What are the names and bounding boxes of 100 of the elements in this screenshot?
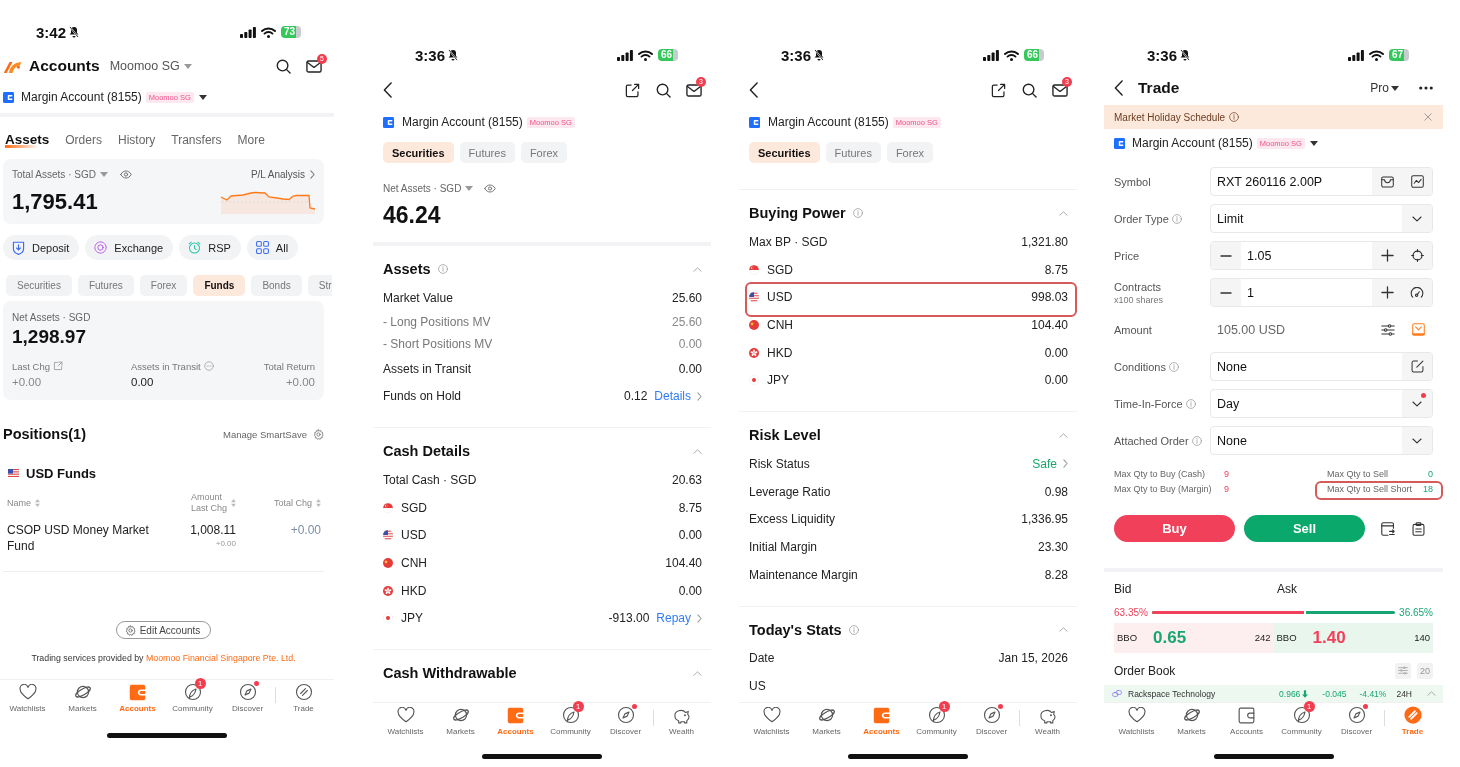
- stepper-input[interactable]: 1: [1210, 278, 1433, 307]
- plus-button[interactable]: [1372, 242, 1402, 269]
- nav-tab[interactable]: Wealth: [654, 703, 709, 736]
- sg-flag-icon: [383, 502, 393, 513]
- share-icon[interactable]: [625, 82, 640, 98]
- dropdown-select[interactable]: Day: [1210, 389, 1433, 418]
- mail-icon[interactable]: [686, 83, 702, 97]
- mail-icon[interactable]: [1052, 83, 1068, 97]
- column-header[interactable]: Amount: [190, 492, 222, 503]
- wallet-icon: [1238, 706, 1255, 724]
- caret-icon[interactable]: [198, 94, 207, 100]
- nav-tab[interactable]: Markets: [1164, 703, 1219, 736]
- eye-icon[interactable]: [484, 183, 497, 193]
- column-header[interactable]: Last Chg: [190, 503, 227, 514]
- action-button[interactable]: RSP: [179, 235, 241, 260]
- dropdown-button[interactable]: [1402, 390, 1432, 417]
- tab[interactable]: History: [117, 132, 156, 148]
- row-value: 0.00: [678, 336, 702, 351]
- segment-tab[interactable]: Futures: [825, 142, 881, 163]
- symbol-input[interactable]: RXT 260116 2.00P: [1210, 167, 1433, 196]
- nav-tab[interactable]: Markets: [433, 703, 488, 736]
- search-icon[interactable]: [1022, 82, 1037, 98]
- text-field[interactable]: None: [1210, 352, 1433, 381]
- search-icon[interactable]: [276, 58, 291, 74]
- section-title: Order Book: [1114, 663, 1176, 678]
- nav-tab[interactable]: Discover: [598, 703, 653, 736]
- share-icon[interactable]: [991, 82, 1006, 98]
- more-icon[interactable]: [1419, 86, 1433, 90]
- nav-tab[interactable]: Wealth: [1020, 703, 1075, 736]
- action-button[interactable]: Exchange: [85, 235, 174, 260]
- segment-tab[interactable]: Futures: [77, 275, 134, 296]
- ticker-bar[interactable]: Rackspace Technology 0.966 -0.045 -4.41% 24H: [1104, 684, 1443, 702]
- row-link[interactable]: Details: [654, 389, 702, 404]
- nav-tab[interactable]: Accounts: [1219, 703, 1274, 736]
- limit-value: 0: [1428, 469, 1433, 479]
- row-link[interactable]: Repay: [656, 611, 702, 626]
- search-icon[interactable]: [656, 82, 671, 98]
- plus-button[interactable]: [1372, 279, 1402, 306]
- nav-tab[interactable]: Trade: [276, 680, 331, 713]
- disclaimer-text: Trading services provided by Moomoo Financial Singapore Pte. Ltd.: [31, 652, 296, 664]
- segment-tab[interactable]: Funds: [193, 275, 246, 296]
- mail-icon[interactable]: [306, 59, 322, 73]
- minus-button[interactable]: [1211, 279, 1241, 306]
- banner-link[interactable]: Market Holiday Schedule: [1114, 111, 1226, 123]
- dropdown-select[interactable]: None: [1210, 426, 1433, 455]
- analysis-link[interactable]: P/L Analysis: [250, 168, 315, 180]
- mode-dropdown[interactable]: Pro: [1370, 81, 1399, 95]
- minus-button[interactable]: [1211, 242, 1241, 269]
- nav-tab[interactable]: Watchlists: [378, 703, 433, 736]
- segment-tab[interactable]: Forex: [520, 142, 567, 163]
- smartsave-link[interactable]: Manage SmartSave: [223, 428, 324, 440]
- nav-tab[interactable]: Markets: [799, 703, 854, 736]
- row-link[interactable]: Safe: [1032, 456, 1068, 471]
- segment-tab[interactable]: Securities: [749, 142, 820, 163]
- close-icon[interactable]: [1424, 113, 1432, 121]
- back-icon[interactable]: [749, 82, 758, 98]
- row-value: 23.30: [1037, 540, 1068, 555]
- clipboard-icon[interactable]: [1412, 521, 1425, 536]
- tab[interactable]: More: [237, 132, 265, 148]
- broker-dropdown[interactable]: Moomoo SG: [109, 59, 192, 73]
- nav-tab[interactable]: Watchlists: [0, 680, 55, 713]
- back-icon[interactable]: [1114, 80, 1123, 96]
- column-header[interactable]: Total Chg: [273, 497, 312, 509]
- segment-tab[interactable]: Securities: [383, 142, 454, 163]
- gauge-button[interactable]: [1402, 279, 1432, 306]
- segment-tab[interactable]: Futures: [459, 142, 515, 163]
- nav-tab[interactable]: Markets: [55, 680, 110, 713]
- nav-tab[interactable]: Discover: [1329, 703, 1384, 736]
- nav-tab[interactable]: Discover: [220, 680, 275, 713]
- leaf-circle-icon: [561, 706, 580, 724]
- segment-tab[interactable]: Forex: [886, 142, 933, 163]
- segment-tab[interactable]: Str: [307, 275, 332, 296]
- back-icon[interactable]: [383, 82, 392, 98]
- nav-tab[interactable]: Watchlists: [744, 703, 799, 736]
- segment-tab[interactable]: Forex: [139, 275, 188, 296]
- crosshair-button[interactable]: [1402, 242, 1432, 269]
- edit-button[interactable]: [1402, 353, 1432, 380]
- dropdown-select[interactable]: Limit: [1210, 204, 1433, 233]
- nav-tab[interactable]: Watchlists: [1109, 703, 1164, 736]
- price-value: 1.40: [1312, 627, 1346, 648]
- buy-button[interactable]: Buy: [1114, 515, 1235, 542]
- bid-share: 63.35%: [1114, 607, 1148, 618]
- segment-tab[interactable]: Securities: [6, 275, 72, 296]
- row-value: 0.00: [678, 528, 702, 543]
- column-header[interactable]: Name: [7, 497, 31, 509]
- nav-tab[interactable]: Discover: [964, 703, 1019, 736]
- caret-icon[interactable]: [1309, 140, 1318, 146]
- card-arrows-icon[interactable]: [1381, 521, 1395, 536]
- tab[interactable]: Transfers: [171, 132, 222, 148]
- tab[interactable]: Assets: [5, 132, 50, 148]
- tray-button[interactable]: [1372, 168, 1402, 195]
- info-icon[interactable]: [1229, 112, 1240, 122]
- eye-icon[interactable]: [119, 169, 132, 179]
- tab[interactable]: Orders: [65, 132, 102, 148]
- chart-button[interactable]: [1402, 168, 1432, 195]
- action-button[interactable]: Deposit: [3, 235, 80, 260]
- fund-name[interactable]: CSOP USD Money Market Fund: [7, 522, 173, 554]
- segment-tab[interactable]: Bonds: [251, 275, 302, 296]
- stepper-input[interactable]: 1.05: [1210, 241, 1433, 270]
- action-button[interactable]: All: [246, 235, 299, 260]
